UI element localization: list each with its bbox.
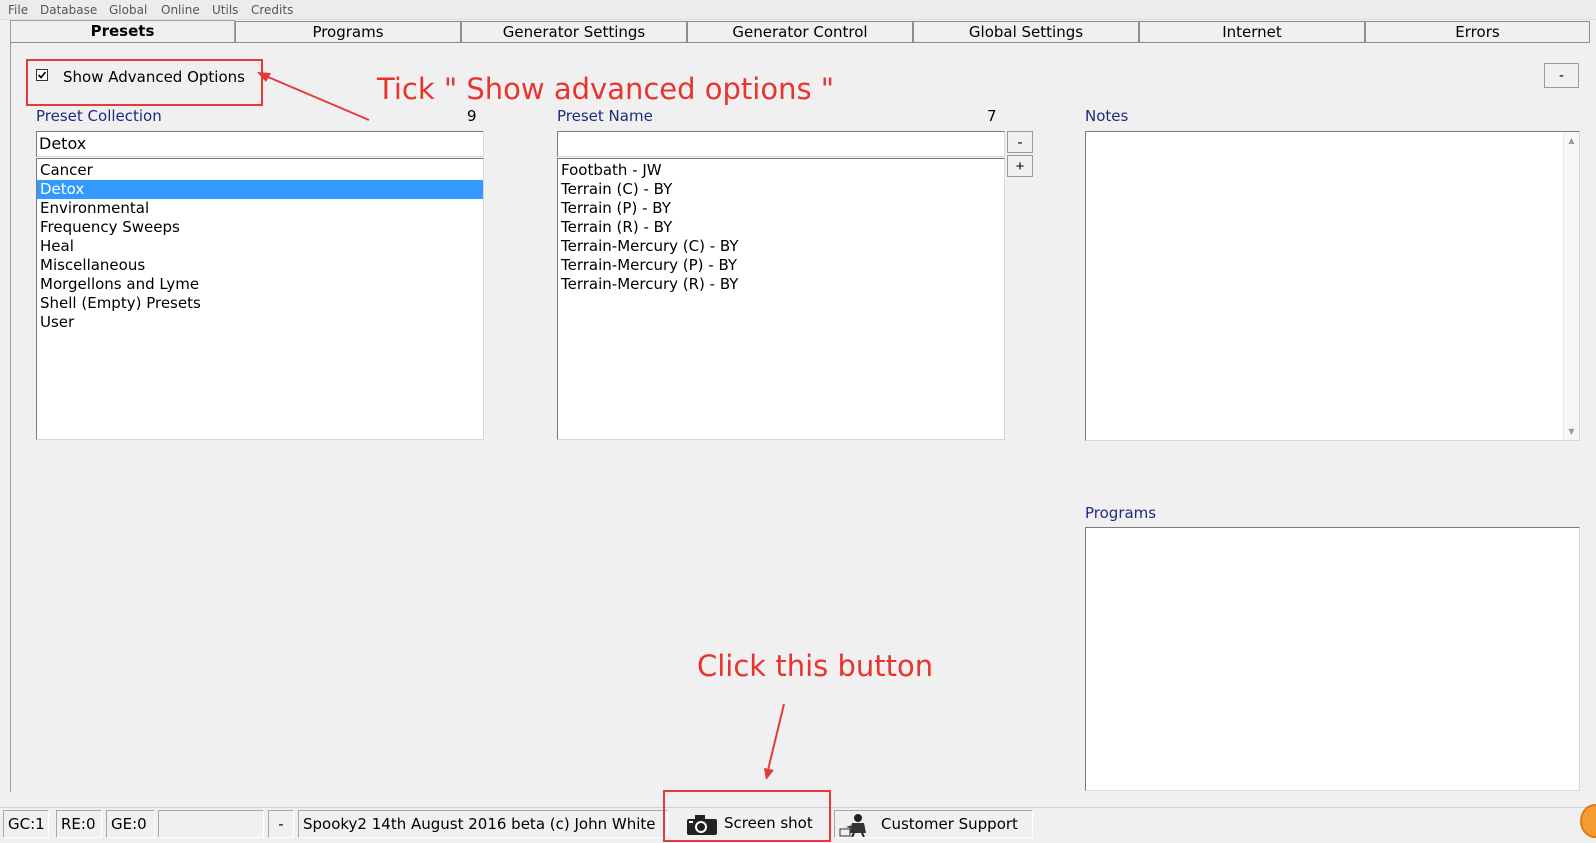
annotation-tick-text: Tick " Show advanced options " <box>377 72 835 106</box>
customer-support-button[interactable]: Customer Support <box>834 810 1033 838</box>
list-item[interactable]: Terrain (C) - BY <box>558 180 1004 199</box>
preset-name-label: Preset Name <box>557 107 653 125</box>
programs-label: Programs <box>1085 504 1157 522</box>
notes-label: Notes <box>1085 107 1129 125</box>
list-item[interactable]: Morgellons and Lyme <box>37 275 483 294</box>
annotation-box-screenshot <box>663 790 831 842</box>
menu-credits[interactable]: Credits <box>251 3 293 17</box>
tab-global-settings[interactable]: Global Settings <box>913 21 1139 43</box>
customer-support-label: Customer Support <box>881 815 1018 833</box>
list-item-selected[interactable]: Detox <box>37 180 483 199</box>
menu-bar: File Database Global Online Utils Credit… <box>0 0 1596 20</box>
list-item[interactable]: Frequency Sweeps <box>37 218 483 237</box>
list-item[interactable]: Terrain-Mercury (C) - BY <box>558 237 1004 256</box>
preset-name-count: 7 <box>987 107 997 125</box>
annotation-click-text: Click this button <box>697 649 934 683</box>
preset-collection-list[interactable]: Cancer Detox Environmental Frequency Swe… <box>36 158 484 440</box>
list-item[interactable]: Terrain-Mercury (P) - BY <box>558 256 1004 275</box>
tab-bar: Presets Programs Generator Settings Gene… <box>10 20 1590 43</box>
status-bar: GC:1 RE:0 GE:0 - Spooky2 14th August 201… <box>0 790 1596 843</box>
scroll-up-icon[interactable]: ▲ <box>1564 136 1579 145</box>
notes-textarea[interactable]: ▲ ▼ <box>1085 131 1580 441</box>
customer-support-icon <box>839 814 866 837</box>
menu-global[interactable]: Global <box>109 3 147 17</box>
status-dash: - <box>268 810 294 838</box>
badge-icon <box>1580 804 1596 838</box>
collapse-button[interactable]: - <box>1544 63 1579 88</box>
tab-generator-control[interactable]: Generator Control <box>687 21 913 43</box>
list-item[interactable]: Heal <box>37 237 483 256</box>
preset-name-input[interactable] <box>557 131 1005 157</box>
list-item[interactable]: Terrain (P) - BY <box>558 199 1004 218</box>
status-empty <box>158 810 264 838</box>
list-item[interactable]: Terrain (R) - BY <box>558 218 1004 237</box>
notes-scrollbar[interactable]: ▲ ▼ <box>1563 132 1579 440</box>
list-item[interactable]: Shell (Empty) Presets <box>37 294 483 313</box>
preset-collection-input[interactable]: Detox <box>36 131 484 157</box>
preset-collection-count: 9 <box>467 107 477 125</box>
list-item[interactable]: User <box>37 313 483 332</box>
tab-programs[interactable]: Programs <box>235 21 461 43</box>
annotation-arrow-top <box>257 72 370 121</box>
annotation-arrow-bottom <box>764 703 785 780</box>
list-item[interactable]: Terrain-Mercury (R) - BY <box>558 275 1004 294</box>
preset-collection-label: Preset Collection <box>36 107 162 125</box>
list-item[interactable]: Footbath - JW <box>558 161 1004 180</box>
list-item[interactable]: Cancer <box>37 161 483 180</box>
list-item[interactable]: Environmental <box>37 199 483 218</box>
menu-utils[interactable]: Utils <box>212 3 238 17</box>
menu-file[interactable]: File <box>8 3 28 17</box>
remove-preset-button[interactable]: - <box>1007 131 1033 153</box>
menu-database[interactable]: Database <box>40 3 97 17</box>
tab-generator-settings[interactable]: Generator Settings <box>461 21 687 43</box>
scroll-down-icon[interactable]: ▼ <box>1564 427 1579 436</box>
add-preset-button[interactable]: + <box>1007 155 1033 177</box>
status-gc: GC:1 <box>3 810 49 838</box>
tab-presets[interactable]: Presets <box>10 20 235 43</box>
status-ge: GE:0 <box>106 810 155 838</box>
menu-online[interactable]: Online <box>161 3 200 17</box>
status-re: RE:0 <box>56 810 102 838</box>
status-version: Spooky2 14th August 2016 beta (c) John W… <box>298 810 668 838</box>
tab-internet[interactable]: Internet <box>1139 21 1365 43</box>
preset-name-list[interactable]: Footbath - JW Terrain (C) - BY Terrain (… <box>557 158 1005 440</box>
list-item[interactable]: Miscellaneous <box>37 256 483 275</box>
tab-errors[interactable]: Errors <box>1365 21 1590 43</box>
programs-list[interactable] <box>1085 527 1580 791</box>
annotation-box-checkbox <box>26 59 263 106</box>
